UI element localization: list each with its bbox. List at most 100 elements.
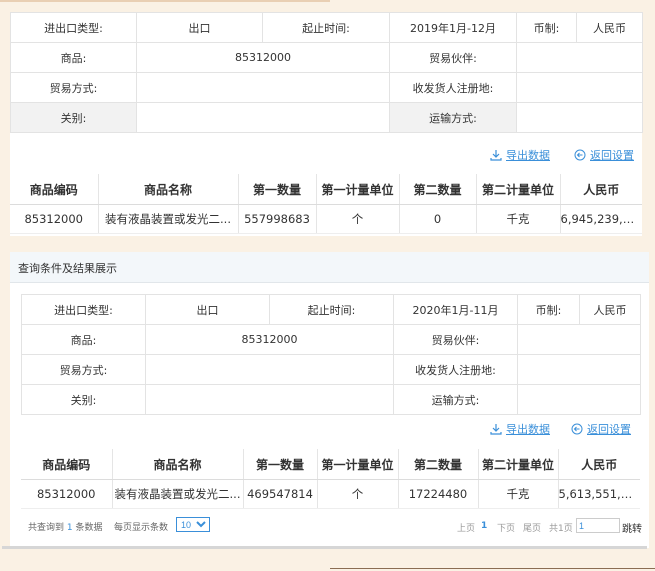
- result-table: 商品编码 商品名称 第一数量 第一计量单位 第二数量 第二计量单位 人民币 85…: [10, 174, 642, 234]
- customs-label: 关别:: [21, 384, 146, 415]
- partner-label: 贸易伙伴:: [389, 42, 517, 73]
- commodity-code-cell: 85312000: [21, 479, 112, 509]
- column-header: 第一计量单位: [316, 449, 398, 480]
- commodity-name-cell[interactable]: 装有液晶装置或发光二...: [111, 479, 243, 509]
- trade-type-label: 进出口类型:: [10, 12, 137, 43]
- reset-settings-label: 返回设置: [590, 149, 634, 162]
- query-conditions-table: 进出口类型: 出口 起止时间: 2020年1月-11月 币制: 人民币 商品: …: [21, 294, 641, 415]
- second-quantity-cell: 17224480: [397, 479, 478, 509]
- commodity-label: 商品:: [10, 42, 137, 73]
- panel-title: 查询条件及结果展示: [18, 262, 117, 275]
- second-unit-cell: 千克: [475, 204, 560, 234]
- transport-value: [517, 384, 641, 415]
- trade-type-value: 出口: [136, 12, 263, 43]
- column-header: 第一计量单位: [315, 174, 399, 205]
- partner-value: [516, 42, 643, 73]
- period-label: 起止时间:: [262, 12, 390, 43]
- rmb-value-cell: 6,945,239,989: [559, 204, 642, 234]
- second-quantity-cell: 0: [398, 204, 476, 234]
- column-header: 第二计量单位: [475, 174, 560, 205]
- table-row: 85312000 装有液晶装置或发光二... 469547814 个 17224…: [21, 479, 640, 509]
- back-circle-icon: [574, 149, 586, 161]
- column-header: 第二数量: [397, 449, 478, 480]
- customs-label: 关别:: [10, 102, 137, 133]
- export-data-label: 导出数据: [506, 149, 550, 162]
- download-icon: [490, 424, 502, 435]
- column-header: 第一数量: [237, 174, 316, 205]
- commodity-label: 商品:: [21, 324, 146, 355]
- registry-value: [516, 72, 643, 103]
- pagination-bar: 共查询到 1 条数据 每页显示条数 10 上页 1 下页 尾页 共1页 跳转: [10, 509, 649, 539]
- currency-label: 币制:: [517, 294, 580, 325]
- first-quantity-cell: 469547814: [242, 479, 317, 509]
- second-unit-cell: 千克: [477, 479, 558, 509]
- trade-mode-label: 贸易方式:: [21, 354, 146, 385]
- trade-type-label: 进出口类型:: [21, 294, 146, 325]
- query-result-panel-2019: 进出口类型: 出口 起止时间: 2019年1月-12月 币制: 人民币 商品: …: [10, 12, 643, 236]
- query-conditions-table: 进出口类型: 出口 起止时间: 2019年1月-12月 币制: 人民币 商品: …: [10, 12, 643, 133]
- current-page-number[interactable]: 1: [481, 521, 487, 531]
- result-header-row: 商品编码 商品名称 第一数量 第一计量单位 第二数量 第二计量单位 人民币: [21, 449, 640, 480]
- panel-body: 进出口类型: 出口 起止时间: 2020年1月-11月 币制: 人民币 商品: …: [10, 283, 649, 548]
- reset-settings-link[interactable]: 返回设置: [571, 421, 631, 437]
- prev-page-button[interactable]: 上页: [457, 521, 475, 534]
- last-page-button[interactable]: 尾页: [523, 521, 541, 534]
- reset-settings-label: 返回设置: [587, 423, 631, 436]
- column-header: 人民币: [557, 449, 640, 480]
- total-pages-text: 共1页: [549, 524, 573, 534]
- bottom-accent-line: [330, 568, 655, 569]
- column-header: 第二数量: [398, 174, 476, 205]
- customs-value: [145, 384, 394, 415]
- trade-type-value: 出口: [145, 294, 270, 325]
- back-circle-icon: [571, 423, 583, 435]
- period-label: 起止时间:: [269, 294, 394, 325]
- result-header-row: 商品编码 商品名称 第一数量 第一计量单位 第二数量 第二计量单位 人民币: [10, 174, 642, 205]
- next-page-button[interactable]: 下页: [497, 521, 515, 534]
- trade-mode-label: 贸易方式:: [10, 72, 137, 103]
- page-size-label: 每页显示条数: [114, 523, 169, 533]
- currency-value: 人民币: [576, 12, 643, 43]
- total-count: 1: [66, 523, 73, 533]
- partner-label: 贸易伙伴:: [393, 324, 518, 355]
- commodity-value: 85312000: [136, 42, 390, 73]
- registry-label: 收发货人注册地:: [389, 72, 517, 103]
- page-size-select[interactable]: 10: [176, 517, 210, 532]
- commodity-name-cell[interactable]: 装有液晶装置或发光二...: [97, 204, 238, 234]
- top-accent-line: [0, 0, 330, 2]
- trade-mode-value: [145, 354, 394, 385]
- partner-value: [517, 324, 641, 355]
- total-count-text: 共查询到 1 条数据: [28, 520, 103, 533]
- reset-settings-link[interactable]: 返回设置: [574, 147, 634, 163]
- first-unit-cell: 个: [315, 204, 399, 234]
- jump-page-input[interactable]: [576, 518, 620, 533]
- commodity-code-cell: 85312000: [10, 204, 98, 234]
- currency-value: 人民币: [579, 294, 641, 325]
- export-data-link[interactable]: 导出数据: [490, 421, 550, 437]
- jump-button[interactable]: 跳转: [622, 520, 642, 535]
- rmb-value-cell: 5,613,551,578: [557, 479, 640, 509]
- result-table: 商品编码 商品名称 第一数量 第一计量单位 第二数量 第二计量单位 人民币 85…: [21, 449, 640, 509]
- export-data-label: 导出数据: [506, 423, 550, 436]
- column-header: 第二计量单位: [477, 449, 558, 480]
- first-quantity-cell: 557998683: [237, 204, 316, 234]
- column-header: 商品编码: [10, 174, 98, 205]
- column-header: 商品编码: [21, 449, 112, 480]
- column-header: 商品名称: [97, 174, 238, 205]
- table-row: 85312000 装有液晶装置或发光二... 557998683 个 0 千克 …: [10, 204, 642, 234]
- period-value: 2020年1月-11月: [393, 294, 518, 325]
- panel-header: 查询条件及结果展示: [10, 252, 649, 283]
- horizontal-scrollbar[interactable]: [2, 546, 647, 549]
- customs-value: [136, 102, 390, 133]
- query-result-panel-2020: 查询条件及结果展示 进出口类型: 出口 起止时间: 2020年1月-11月 币制…: [10, 252, 649, 548]
- export-data-link[interactable]: 导出数据: [490, 147, 550, 163]
- first-unit-cell: 个: [316, 479, 398, 509]
- transport-value: [516, 102, 643, 133]
- currency-label: 币制:: [516, 12, 577, 43]
- column-header: 人民币: [559, 174, 642, 205]
- transport-label: 运输方式:: [389, 102, 517, 133]
- commodity-value: 85312000: [145, 324, 394, 355]
- transport-label: 运输方式:: [393, 384, 518, 415]
- registry-label: 收发货人注册地:: [393, 354, 518, 385]
- total-prefix: 共查询到: [28, 523, 65, 533]
- download-icon: [490, 150, 502, 161]
